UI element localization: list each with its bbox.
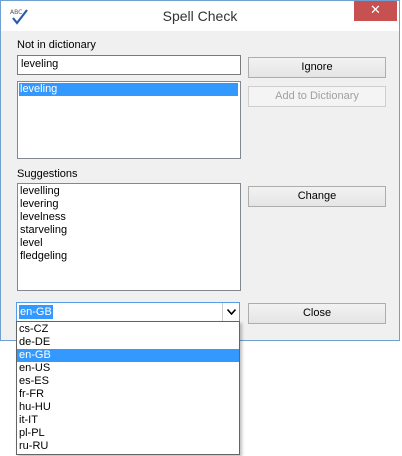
language-option[interactable]: ru-RU: [17, 440, 239, 453]
language-option[interactable]: pl-PL: [17, 427, 239, 440]
list-item[interactable]: levering: [20, 198, 238, 211]
window-close-button[interactable]: ✕: [354, 1, 397, 21]
window-title: Spell Check: [162, 8, 238, 24]
language-option[interactable]: fr-FR: [17, 388, 239, 401]
title-bar[interactable]: ABC Spell Check ✕: [1, 1, 399, 31]
list-item[interactable]: fledgeling: [20, 250, 238, 263]
not-in-dictionary-label: Not in dictionary: [17, 39, 96, 51]
suggestions-list[interactable]: levelling levering levelness starveling …: [17, 183, 241, 291]
language-dropdown-list[interactable]: cs-CZ de-DE en-GB en-US es-ES fr-FR hu-H…: [16, 321, 240, 455]
change-button[interactable]: Change: [248, 186, 386, 207]
language-option[interactable]: es-ES: [17, 375, 239, 388]
language-option[interactable]: cs-CZ: [17, 323, 239, 336]
language-option[interactable]: it-IT: [17, 414, 239, 427]
language-option[interactable]: hu-HU: [17, 401, 239, 414]
chevron-down-icon[interactable]: [222, 303, 239, 321]
list-item[interactable]: levelness: [20, 211, 238, 224]
close-button[interactable]: Close: [248, 303, 386, 324]
not-in-dictionary-list[interactable]: leveling: [17, 81, 241, 159]
suggestions-label: Suggestions: [17, 168, 78, 180]
language-option[interactable]: en-US: [17, 362, 239, 375]
list-item[interactable]: starveling: [20, 224, 238, 237]
language-option[interactable]: de-DE: [17, 336, 239, 349]
list-item[interactable]: level: [20, 237, 238, 250]
close-icon: ✕: [370, 3, 381, 18]
add-to-dictionary-button[interactable]: Add to Dictionary: [248, 86, 386, 107]
list-item[interactable]: leveling: [19, 83, 238, 96]
language-select-value: en-GB: [19, 305, 53, 319]
language-select[interactable]: en-GB: [16, 302, 240, 322]
misspelled-word-input[interactable]: leveling: [17, 55, 241, 75]
ignore-button[interactable]: Ignore: [248, 57, 386, 78]
list-item[interactable]: levelling: [20, 185, 238, 198]
spell-check-window: ABC Spell Check ✕ Not in dictionary leve…: [0, 0, 400, 341]
language-option[interactable]: en-GB: [17, 349, 239, 362]
